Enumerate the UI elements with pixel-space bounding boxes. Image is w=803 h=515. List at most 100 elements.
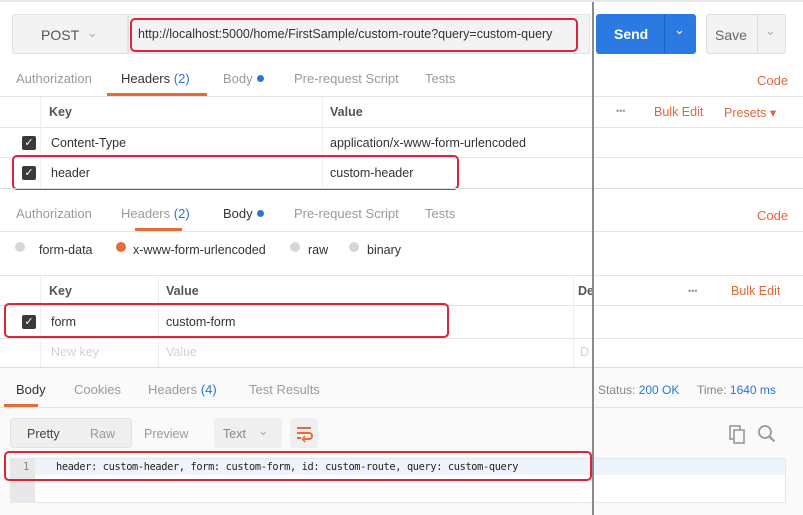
row-checkbox[interactable]: ✓ xyxy=(22,315,36,329)
tab-prerequest[interactable]: Pre-request Script xyxy=(294,206,399,221)
column-value: Value xyxy=(166,284,199,298)
tab-body-label: Body xyxy=(223,206,253,221)
view-pretty[interactable]: Pretty xyxy=(27,427,60,441)
response-headers-count: (4) xyxy=(200,382,217,397)
row-value[interactable]: custom-form xyxy=(166,315,235,329)
tab-headers-label: Headers xyxy=(121,71,171,86)
column-divider xyxy=(158,277,159,367)
column-divider xyxy=(573,277,574,367)
radio-urlencoded-label[interactable]: x-www-form-urlencoded xyxy=(133,243,266,257)
search-icon[interactable] xyxy=(757,424,777,447)
tab-authorization[interactable]: Authorization xyxy=(16,71,92,86)
tab-body-label: Body xyxy=(223,71,253,86)
tab-body[interactable]: Body xyxy=(223,71,264,86)
response-tab-cookies[interactable]: Cookies xyxy=(74,382,121,397)
tab-tests[interactable]: Tests xyxy=(425,71,455,86)
divider xyxy=(0,275,803,276)
radio-raw-label[interactable]: raw xyxy=(308,243,328,257)
chevron-down-icon: ⌄ xyxy=(87,25,98,40)
radio-form-data-label[interactable]: form-data xyxy=(39,243,93,257)
response-tab-headers[interactable]: Headers (4) xyxy=(148,382,217,397)
presets-dropdown[interactable]: Presets ▾ xyxy=(724,105,776,120)
time: Time: 1640 ms xyxy=(697,383,776,397)
new-description-input[interactable]: D xyxy=(580,345,589,359)
row-checkbox[interactable]: ✓ xyxy=(22,136,36,150)
status-label: Status: xyxy=(598,383,636,397)
status-value: 200 OK xyxy=(638,383,680,397)
send-button[interactable]: Send ⌄ xyxy=(596,14,696,54)
headers-count: (2) xyxy=(173,206,190,221)
row-checkbox[interactable]: ✓ xyxy=(22,166,36,180)
column-divider xyxy=(40,277,41,367)
format-select[interactable]: Text ⌄ xyxy=(214,418,282,448)
row-key[interactable]: Content-Type xyxy=(51,136,126,150)
divider xyxy=(0,338,803,339)
send-divider xyxy=(664,14,665,54)
tab-headers-label: Headers xyxy=(121,206,171,221)
tab-headers[interactable]: Headers (2) xyxy=(121,206,190,221)
row-value[interactable]: custom-header xyxy=(330,166,413,180)
more-icon[interactable]: ••• xyxy=(688,286,697,296)
bulk-edit-link[interactable]: Bulk Edit xyxy=(654,105,703,119)
new-key-input[interactable]: New key xyxy=(51,345,99,359)
body-indicator-dot xyxy=(256,75,264,82)
save-button[interactable]: Save ⌄ xyxy=(706,14,786,54)
top-edge xyxy=(0,0,803,2)
bulk-edit-link[interactable]: Bulk Edit xyxy=(731,284,780,298)
divider xyxy=(0,127,803,128)
save-label: Save xyxy=(715,27,747,43)
response-code-editor[interactable]: 1 header: custom-header, form: custom-fo… xyxy=(10,458,786,503)
row-key[interactable]: form xyxy=(51,315,76,329)
chevron-down-icon[interactable]: ⌄ xyxy=(765,23,776,39)
url-text: http://localhost:5000/home/FirstSample/c… xyxy=(138,27,553,41)
url-input[interactable]: http://localhost:5000/home/FirstSample/c… xyxy=(128,14,590,54)
tab-authorization[interactable]: Authorization xyxy=(16,206,92,221)
response-tab-headers-label: Headers xyxy=(148,382,198,397)
tab-body[interactable]: Body xyxy=(223,206,264,221)
tab-prerequest[interactable]: Pre-request Script xyxy=(294,71,399,86)
tab-headers[interactable]: Headers (2) xyxy=(121,71,190,86)
response-tab-body[interactable]: Body xyxy=(16,382,46,397)
column-value: Value xyxy=(330,105,363,119)
radio-raw[interactable] xyxy=(290,242,300,252)
body-indicator-dot xyxy=(256,210,264,217)
more-icon[interactable]: ••• xyxy=(616,106,625,116)
view-raw[interactable]: Raw xyxy=(90,427,115,441)
divider xyxy=(0,188,803,189)
column-key: Key xyxy=(49,284,72,298)
divider xyxy=(0,157,803,158)
response-tab-test-results[interactable]: Test Results xyxy=(249,382,320,397)
radio-form-data[interactable] xyxy=(15,242,25,252)
column-divider xyxy=(40,97,41,187)
send-label: Send xyxy=(614,26,649,42)
line-number: 1 xyxy=(23,461,30,473)
format-label: Text xyxy=(223,427,246,441)
chevron-down-icon: ⌄ xyxy=(258,424,269,438)
column-description: De xyxy=(578,284,592,298)
row-key[interactable]: header xyxy=(51,166,90,180)
copy-icon[interactable] xyxy=(728,424,746,447)
time-value: 1640 ms xyxy=(729,383,776,397)
panel-split-line xyxy=(592,0,594,515)
save-divider xyxy=(757,15,758,53)
chevron-down-icon[interactable]: ⌄ xyxy=(674,22,685,38)
view-preview[interactable]: Preview xyxy=(144,427,188,441)
headers-count: (2) xyxy=(173,71,190,86)
code-link[interactable]: Code xyxy=(757,208,788,223)
divider xyxy=(0,96,803,97)
radio-binary[interactable] xyxy=(349,242,359,252)
status: Status: 200 OK xyxy=(598,383,679,397)
radio-binary-label[interactable]: binary xyxy=(367,243,401,257)
radio-urlencoded[interactable] xyxy=(116,242,126,252)
wrap-lines-icon[interactable] xyxy=(290,418,318,448)
code-link[interactable]: Code xyxy=(757,73,788,88)
new-value-input[interactable]: Value xyxy=(166,345,197,359)
method-select[interactable]: POST ⌄ xyxy=(12,14,128,54)
row-value[interactable]: application/x-www-form-urlencoded xyxy=(330,136,526,150)
method-label: POST xyxy=(41,27,80,43)
column-divider xyxy=(322,97,323,187)
code-line: header: custom-header, form: custom-form… xyxy=(56,461,519,473)
divider xyxy=(0,305,803,306)
time-label: Time: xyxy=(697,383,727,397)
tab-tests[interactable]: Tests xyxy=(425,206,455,221)
